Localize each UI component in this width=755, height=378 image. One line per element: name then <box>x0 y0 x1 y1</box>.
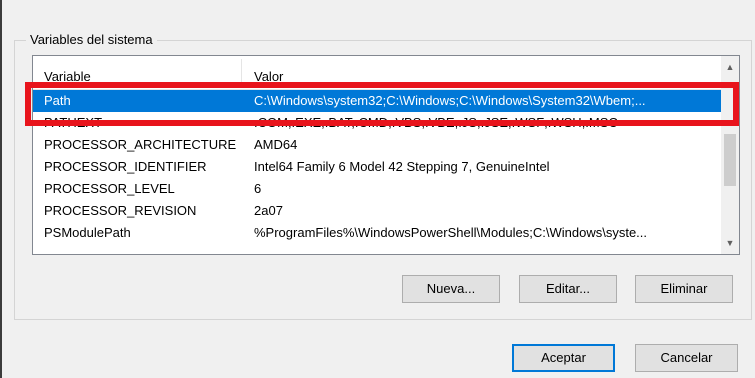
variable-name: PSModulePath <box>44 225 131 240</box>
variable-value: 6 <box>254 181 262 196</box>
table-row[interactable]: PROCESSOR_IDENTIFIER Intel64 Family 6 Mod… <box>33 156 721 178</box>
window-left-edge <box>0 0 2 378</box>
variable-name: Path <box>44 93 71 108</box>
chevron-down-icon[interactable]: ▼ <box>721 234 739 252</box>
table-row[interactable]: Path C:\Windows\system32;C:\Windows;C:\Wi… <box>33 90 721 112</box>
table-row[interactable]: PSModulePath %ProgramFiles%\WindowsPowerS… <box>33 222 721 244</box>
variable-value: %ProgramFiles%\WindowsPowerShell\Modules… <box>254 225 648 240</box>
variable-value: C:\Windows\system32;C:\Windows;C:\Window… <box>254 93 646 108</box>
delete-button[interactable]: Eliminar <box>635 275 733 303</box>
variable-name: PROCESSOR_ARCHITECTURE <box>44 137 237 152</box>
table-row[interactable]: PROCESSOR_LEVEL 6 <box>33 178 721 200</box>
variable-value: .COM;.EXE;.BAT;.CMD;.VBS;.VBE;.JS;.JSE;.… <box>254 115 618 130</box>
new-button[interactable]: Nueva... <box>402 275 500 303</box>
table-row[interactable]: PROCESSOR_REVISION 2a07 <box>33 200 721 222</box>
variable-value: AMD64 <box>254 137 298 152</box>
group-title: Variables del sistema <box>26 31 157 49</box>
edit-button[interactable]: Editar... <box>519 275 617 303</box>
ok-button[interactable]: Aceptar <box>512 344 615 372</box>
variable-name: PATHEXT <box>44 115 103 130</box>
table-row[interactable]: PATHEXT .COM;.EXE;.BAT;.CMD;.VBS;.VBE;.JS… <box>33 112 721 134</box>
column-header-variable[interactable]: Variable <box>44 68 91 86</box>
scrollbar-thumb[interactable] <box>724 134 736 186</box>
variable-name: PROCESSOR_IDENTIFIER <box>44 159 207 174</box>
table-row[interactable]: PROCESSOR_ARCHITECTURE AMD64 <box>33 134 721 156</box>
list-header: Variable Valor <box>33 56 721 90</box>
vertical-scrollbar[interactable]: ▲ ▼ <box>721 56 739 254</box>
chevron-up-icon[interactable]: ▲ <box>721 58 739 76</box>
variable-value: 2a07 <box>254 203 283 218</box>
variable-name: PROCESSOR_REVISION <box>44 203 197 218</box>
variable-value: Intel64 Family 6 Model 42 Stepping 7, Ge… <box>254 159 550 174</box>
column-divider[interactable] <box>241 59 242 87</box>
variable-name: PROCESSOR_LEVEL <box>44 181 175 196</box>
column-header-value[interactable]: Valor <box>254 68 283 86</box>
cancel-button[interactable]: Cancelar <box>635 344 738 372</box>
list-rows: Path C:\Windows\system32;C:\Windows;C:\Wi… <box>33 90 721 254</box>
system-variables-list[interactable]: Variable Valor Path C:\Windows\system32;C… <box>32 55 740 255</box>
